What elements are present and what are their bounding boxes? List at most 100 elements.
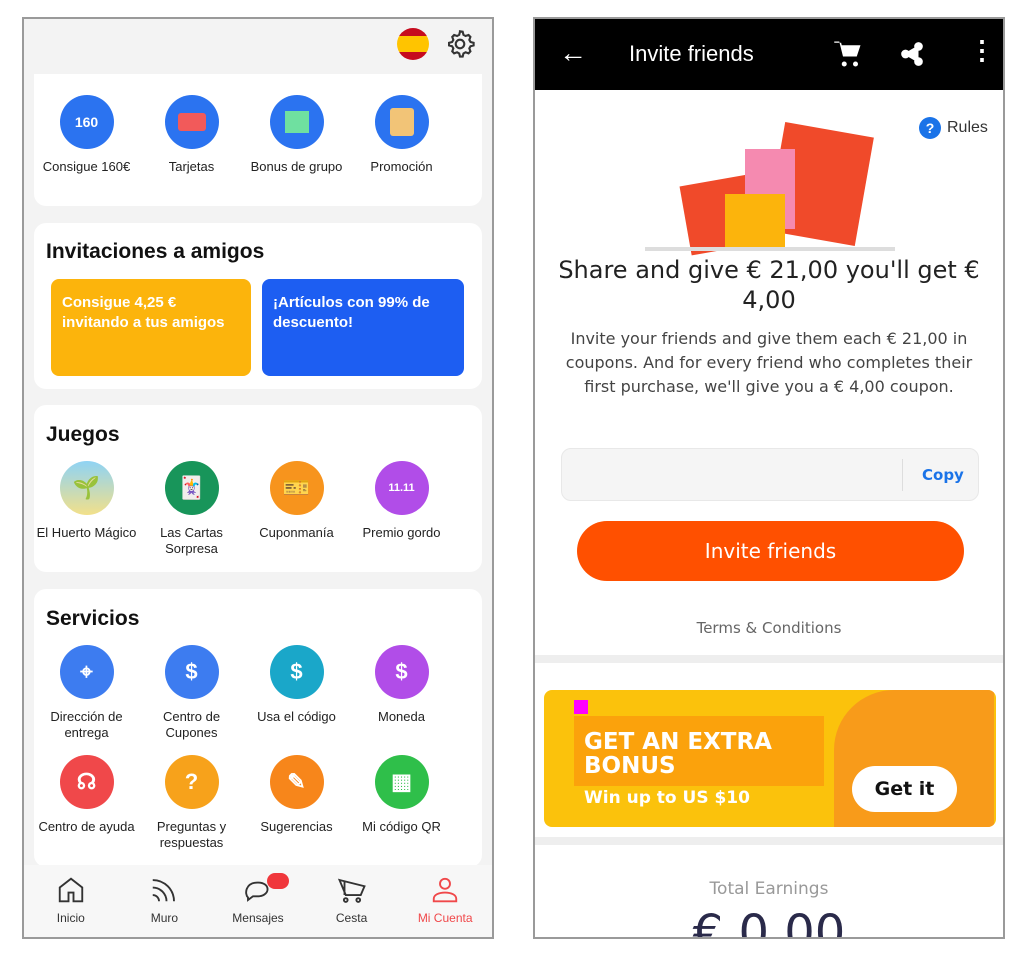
label: Preguntas y respuestas [156, 819, 227, 850]
wallet-item-tarjetas[interactable]: Tarjetas [139, 95, 244, 175]
label: Rules [947, 119, 988, 136]
coupon-center-icon: $ [164, 645, 219, 699]
label: Las Cartas Sorpresa [160, 525, 223, 556]
label: Inicio [56, 911, 85, 925]
spain-flag-icon[interactable] [397, 28, 429, 60]
label: Sugerencias [260, 819, 333, 834]
games-card: Juegos 🌱 El Huerto Mágico 🃏 Las Cartas Sor… [34, 405, 482, 572]
earnings-label: Total Earnings [709, 879, 829, 899]
get-it-button[interactable]: Get it [852, 766, 957, 812]
top-bar [24, 19, 492, 74]
back-arrow-icon[interactable]: ← [559, 37, 587, 69]
headset-icon: ☊ [59, 755, 114, 809]
nav-cesta[interactable]: Cesta [305, 865, 399, 937]
share-icon[interactable] [899, 41, 925, 67]
service-item[interactable]: $ Moneda [349, 645, 454, 741]
wallet-item-promocion[interactable]: Promoción [349, 95, 454, 175]
nav-mensajes[interactable]: Mensajes [211, 865, 305, 937]
divider [535, 837, 1003, 845]
gift-illustration [645, 119, 895, 256]
code-icon: $ [269, 645, 324, 699]
section-title: Juegos [46, 423, 120, 446]
account-screen: 160 Consigue 160€ Tarjetas Bonus de grupo… [22, 17, 494, 939]
label: Bonus de grupo [250, 159, 343, 174]
service-item[interactable]: $ Usa el código [244, 645, 349, 741]
label: Mi Cuenta [417, 911, 473, 925]
feed-icon [153, 879, 176, 902]
app-bar: ← Invite friends ⋮ [535, 19, 1003, 90]
user-icon [432, 877, 458, 903]
invite-friends-button[interactable]: Invite friends [577, 521, 964, 581]
nav-inicio[interactable]: Inicio [24, 865, 118, 937]
label: Centro de Cupones [162, 709, 221, 740]
service-item[interactable]: ⌖ Dirección de entrega [34, 645, 139, 741]
more-icon[interactable]: ⋮ [969, 35, 995, 66]
description: Invite your friends and give them each €… [565, 329, 973, 396]
currency-icon: $ [374, 645, 429, 699]
feedback-icon: ✎ [269, 755, 324, 809]
earnings-value: € 0,00 [692, 905, 846, 939]
copy-button[interactable]: Copy [922, 466, 964, 484]
qr-code-icon: ▦ [374, 755, 429, 809]
section-title: Servicios [46, 607, 140, 630]
invite-banner[interactable]: Consigue 4,25 € invitando a tus amigos [51, 279, 251, 376]
location-icon: ⌖ [59, 645, 114, 699]
cart-icon[interactable] [833, 39, 863, 69]
cart-icon [337, 878, 366, 903]
service-item[interactable]: ? Preguntas y respuestas [139, 755, 244, 851]
label: Mi código QR [362, 819, 441, 834]
home-icon [58, 877, 83, 903]
label: Tarjetas [168, 159, 215, 174]
game-cartas[interactable]: 🃏 Las Cartas Sorpresa [139, 461, 244, 557]
service-item[interactable]: $ Centro de Cupones [139, 645, 244, 741]
nav-mi-cuenta[interactable]: Mi Cuenta [398, 865, 492, 937]
terms-link[interactable]: Terms & Conditions [535, 619, 1003, 637]
question-icon: ? [164, 755, 219, 809]
headline: Share and give € 21,00 you'll get € 4,00 [558, 256, 980, 314]
wallet-item-consigue[interactable]: 160 Consigue 160€ [34, 95, 139, 175]
game-huerto[interactable]: 🌱 El Huerto Mágico [34, 461, 139, 557]
game-cuponmania[interactable]: 🎫 Cuponmanía [244, 461, 349, 557]
invite-screen: ← Invite friends ⋮ ? Rules Share and give… [533, 17, 1005, 939]
screen-title: Invite friends [629, 41, 754, 66]
bags-icon [374, 95, 429, 149]
plant-icon: 🌱 [59, 461, 114, 515]
service-item[interactable]: ☊ Centro de ayuda [34, 755, 139, 851]
game-premio[interactable]: 11.11 Premio gordo [349, 461, 454, 557]
bonus-subtitle: Win up to US $10 [584, 788, 750, 808]
service-item[interactable]: ▦ Mi código QR [349, 755, 454, 851]
help-icon: ? [919, 117, 941, 139]
coupon-icon: 🎫 [269, 461, 324, 515]
label: Cesta [335, 911, 368, 925]
service-item[interactable]: ✎ Sugerencias [244, 755, 349, 851]
gift-icon [269, 95, 324, 149]
label: Consigue 160€ [42, 159, 131, 174]
invite-link-field[interactable]: Copy [561, 448, 979, 501]
invites-card: Invitaciones a amigos Consigue 4,25 € in… [34, 223, 482, 389]
label: Muro [150, 911, 179, 925]
bonus-title: GET AN EXTRA BONUS [584, 729, 772, 779]
label: Moneda [378, 709, 425, 724]
label: Cuponmanía [259, 525, 334, 540]
wallet-card: 160 Consigue 160€ Tarjetas Bonus de grupo… [34, 59, 482, 206]
label: Mensajes [232, 911, 284, 925]
label: El Huerto Mágico [36, 525, 137, 540]
label: Centro de ayuda [38, 819, 135, 834]
cards-icon: 🃏 [164, 461, 219, 515]
services-card: Servicios ⌖ Dirección de entrega $ Centro d… [34, 589, 482, 867]
coupon-160-icon: 160 [59, 95, 114, 149]
nav-muro[interactable]: Muro [118, 865, 212, 937]
rules-link[interactable]: ? Rules [919, 117, 988, 139]
label: Premio gordo [362, 525, 441, 540]
bonus-banner[interactable]: GET AN EXTRA BONUS Win up to US $10 Get … [544, 690, 996, 827]
prize-icon: 11.11 [374, 461, 429, 515]
divider [535, 655, 1003, 663]
gear-icon[interactable] [444, 28, 476, 60]
discount-banner[interactable]: ¡Artículos con 99% de descuento! [262, 279, 464, 376]
bottom-nav: Inicio Muro Mensajes Cesta Mi Cuenta [24, 865, 492, 937]
card-icon [164, 95, 219, 149]
section-title: Invitaciones a amigos [46, 240, 265, 263]
wallet-item-bonus[interactable]: Bonus de grupo [244, 95, 349, 175]
label: Promoción [370, 159, 433, 174]
label: Dirección de entrega [50, 709, 123, 740]
